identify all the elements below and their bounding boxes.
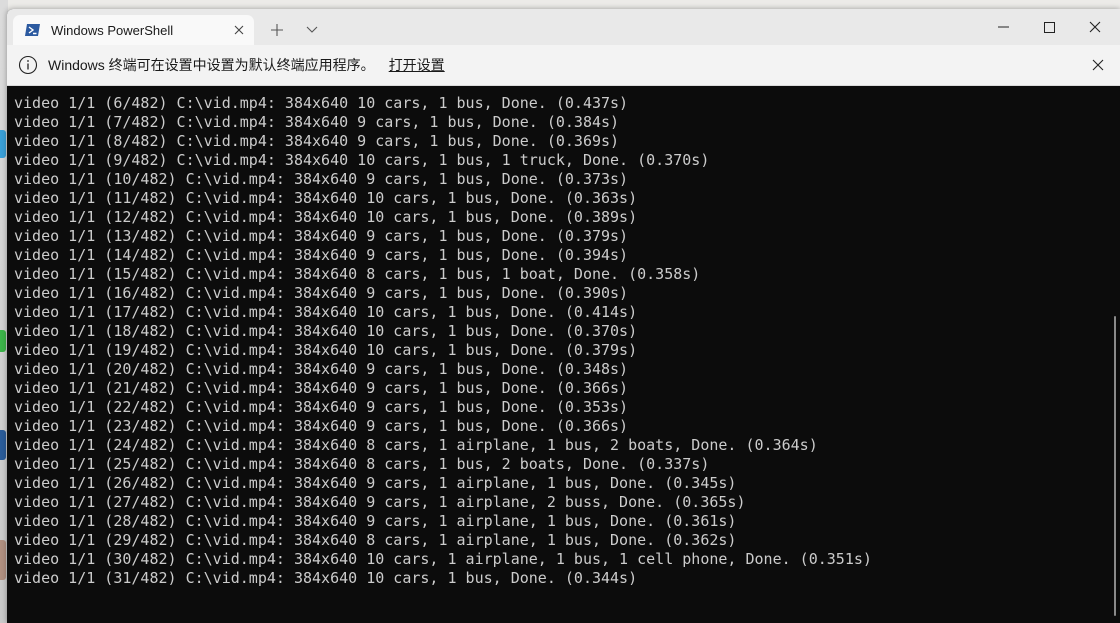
terminal-line: video 1/1 (16/482) C:\vid.mp4: 384x640 9… [14,284,629,302]
terminal-window: Windows PowerShell Windows 终端可在设置中设置为默认终… [7,9,1120,623]
tab-close-icon[interactable] [224,15,254,45]
desktop-icon-fragment [0,130,6,158]
terminal-line: video 1/1 (10/482) C:\vid.mp4: 384x640 9… [14,170,629,188]
terminal-line: video 1/1 (22/482) C:\vid.mp4: 384x640 9… [14,398,629,416]
terminal-line: video 1/1 (19/482) C:\vid.mp4: 384x640 1… [14,341,638,359]
powershell-icon [25,24,40,36]
info-icon [18,55,38,75]
terminal-line: video 1/1 (15/482) C:\vid.mp4: 384x640 8… [14,265,701,283]
open-settings-link[interactable]: 打开设置 [389,55,445,75]
terminal-line: video 1/1 (14/482) C:\vid.mp4: 384x640 9… [14,246,629,264]
maximize-icon[interactable] [1026,9,1072,45]
terminal-line: video 1/1 (28/482) C:\vid.mp4: 384x640 9… [14,512,737,530]
terminal-line: video 1/1 (23/482) C:\vid.mp4: 384x640 9… [14,417,629,435]
tab-powershell[interactable]: Windows PowerShell [13,15,254,45]
terminal-line: video 1/1 (25/482) C:\vid.mp4: 384x640 8… [14,455,710,473]
desktop-icon-fragment [0,540,6,580]
terminal-output[interactable]: video 1/1 (6/482) C:\vid.mp4: 384x640 10… [7,86,1113,623]
infobar-close-icon[interactable] [1088,55,1108,75]
terminal-line: video 1/1 (29/482) C:\vid.mp4: 384x640 8… [14,531,737,549]
terminal-line: video 1/1 (26/482) C:\vid.mp4: 384x640 9… [14,474,737,492]
desktop-icon-fragment [0,430,6,460]
minimize-icon[interactable] [980,9,1026,45]
new-tab-icon[interactable] [265,18,289,42]
terminal-line: video 1/1 (17/482) C:\vid.mp4: 384x640 1… [14,303,638,321]
terminal-line: video 1/1 (18/482) C:\vid.mp4: 384x640 1… [14,322,638,340]
terminal-line: video 1/1 (12/482) C:\vid.mp4: 384x640 1… [14,208,638,226]
infobar-message: Windows 终端可在设置中设置为默认终端应用程序。 [48,57,375,73]
terminal-line: video 1/1 (6/482) C:\vid.mp4: 384x640 10… [14,94,629,112]
desktop-icon-fragment [0,330,6,352]
default-terminal-infobar: Windows 终端可在设置中设置为默认终端应用程序。 打开设置 [7,45,1120,86]
terminal-line: video 1/1 (13/482) C:\vid.mp4: 384x640 9… [14,227,629,245]
terminal-line: video 1/1 (9/482) C:\vid.mp4: 384x640 10… [14,151,710,169]
terminal-line: video 1/1 (20/482) C:\vid.mp4: 384x640 9… [14,360,629,378]
scrollbar[interactable] [1113,86,1118,623]
terminal-line: video 1/1 (31/482) C:\vid.mp4: 384x640 1… [14,569,638,587]
terminal-line: video 1/1 (7/482) C:\vid.mp4: 384x640 9 … [14,113,620,131]
terminal-line: video 1/1 (21/482) C:\vid.mp4: 384x640 9… [14,379,629,397]
tab-title: Windows PowerShell [51,22,174,38]
terminal-line: video 1/1 (24/482) C:\vid.mp4: 384x640 8… [14,436,818,454]
terminal-line: video 1/1 (30/482) C:\vid.mp4: 384x640 1… [14,550,872,568]
close-icon[interactable] [1072,9,1118,45]
terminal-line: video 1/1 (27/482) C:\vid.mp4: 384x640 9… [14,493,746,511]
title-bar[interactable]: Windows PowerShell [7,9,1120,45]
chevron-down-icon[interactable] [300,18,324,42]
terminal-line: video 1/1 (11/482) C:\vid.mp4: 384x640 1… [14,189,638,207]
scrollbar-thumb[interactable] [1114,316,1116,616]
terminal-line: video 1/1 (8/482) C:\vid.mp4: 384x640 9 … [14,132,620,150]
